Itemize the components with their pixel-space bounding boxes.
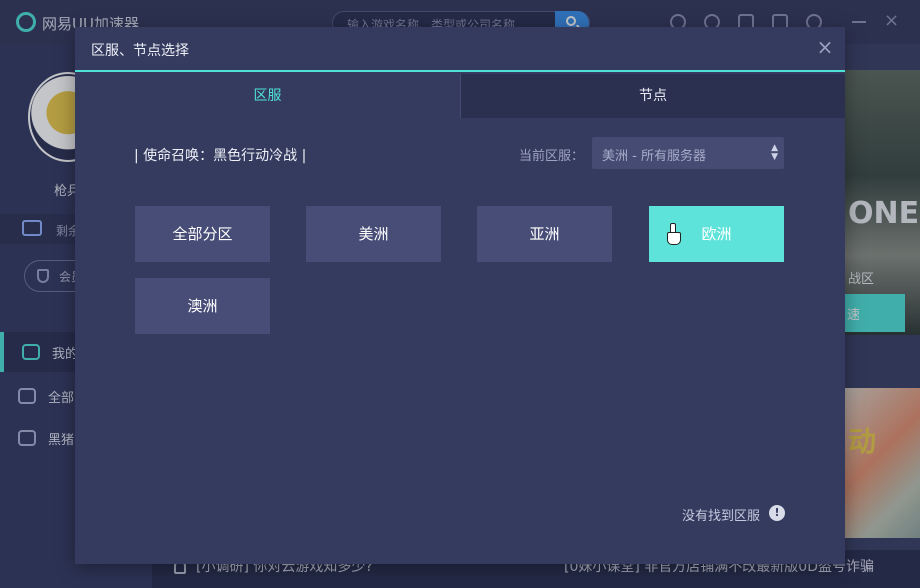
current-region-value: 美洲 - 所有服务器 bbox=[602, 149, 706, 164]
dialog-header: 区服、节点选择 × bbox=[75, 27, 845, 72]
region-button-asia[interactable]: 亚洲 bbox=[477, 206, 612, 262]
region-not-found-link[interactable]: 没有找到区服 bbox=[682, 505, 760, 524]
game-name: | 使命召唤：黑色行动冷战 | bbox=[134, 148, 307, 164]
region-button-americas[interactable]: 美洲 bbox=[306, 206, 441, 262]
hand-cursor-icon bbox=[667, 223, 681, 245]
sort-arrows-icon: ▲ ▼ bbox=[771, 143, 778, 162]
tab-node[interactable]: 节点 bbox=[460, 74, 845, 118]
current-region-select[interactable]: 美洲 - 所有服务器 ▲ ▼ bbox=[592, 137, 784, 169]
dialog-tabs: 区服 节点 bbox=[75, 74, 845, 118]
region-button-oceania[interactable]: 澳洲 bbox=[135, 278, 270, 334]
region-button-all[interactable]: 全部分区 bbox=[135, 206, 270, 262]
current-region-label: 当前区服： bbox=[519, 149, 585, 164]
tab-region[interactable]: 区服 bbox=[75, 74, 460, 118]
close-icon[interactable]: × bbox=[815, 37, 835, 57]
region-node-dialog: 区服、节点选择 × 区服 节点 | 使命召唤：黑色行动冷战 | 当前区服： 美洲… bbox=[75, 27, 845, 564]
dialog-title: 区服、节点选择 bbox=[91, 43, 189, 59]
info-icon[interactable]: ! bbox=[769, 505, 785, 521]
